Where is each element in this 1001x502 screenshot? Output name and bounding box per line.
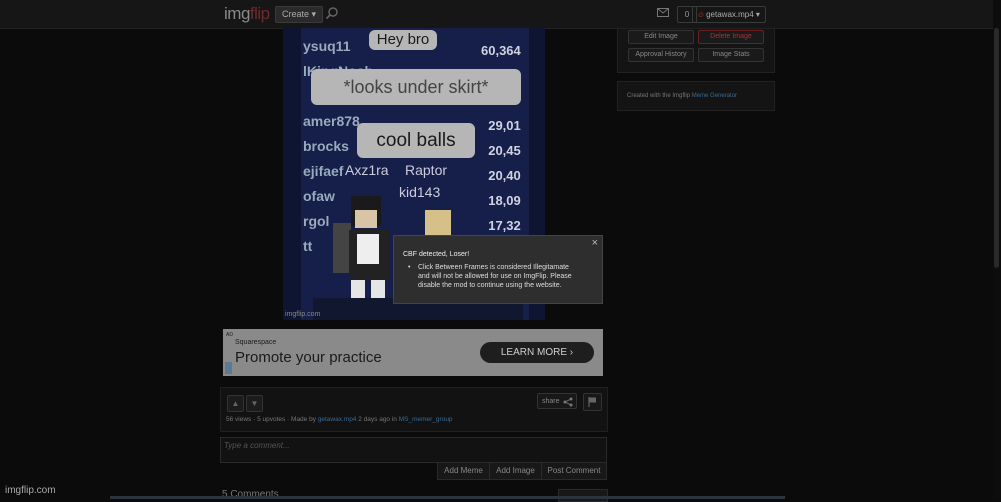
add-meme-button[interactable]: Add Meme: [437, 462, 490, 480]
cbf-warning-dialog: × CBF detected, Loser! • Click Between F…: [393, 235, 603, 304]
comment-input[interactable]: Type a comment...: [220, 437, 607, 463]
avatar-name-left: Axz1ra: [345, 162, 389, 178]
delete-image-button[interactable]: Delete Image: [698, 30, 764, 44]
leaderboard-score: 29,01: [488, 118, 521, 133]
close-icon[interactable]: ×: [592, 237, 598, 249]
dialog-bullet: • Click Between Frames is considered Ill…: [403, 263, 591, 290]
horizontal-scrollbar[interactable]: [110, 496, 785, 499]
meta-time: 2 days ago in: [356, 416, 399, 423]
stream-link[interactable]: MS_memer_group: [399, 416, 453, 423]
upvote-icon[interactable]: ▲: [227, 395, 244, 412]
ad-headline: Promote your practice: [235, 349, 382, 366]
speech-bubble: Hey bro: [369, 30, 437, 50]
share-icon: [563, 397, 573, 407]
username: getawax.mp4 ▾: [706, 10, 760, 19]
ad-badge: AD: [226, 332, 233, 338]
ad-brand: Squarespace: [235, 339, 277, 346]
meme-meta: 56 views · 5 upvotes · Made by getawax.m…: [226, 416, 453, 423]
author-link[interactable]: getawax.mp4: [318, 416, 357, 423]
image-stats-button[interactable]: Image Stats: [698, 48, 764, 62]
ad-choices-icon[interactable]: [225, 362, 232, 374]
downvote-icon[interactable]: ▼: [246, 395, 263, 412]
top-navbar: imgflip Create ▾ 0 🔥︎ getawax.mp4 ▾: [0, 0, 1001, 29]
avatar-name-right: Raptor: [405, 162, 448, 178]
create-button[interactable]: Create ▾: [275, 6, 324, 23]
share-button[interactable]: share: [537, 393, 577, 409]
flame-icon: 🔥︎: [698, 10, 707, 19]
leaderboard-score: 60,364: [481, 43, 521, 58]
approval-history-button[interactable]: Approval History: [628, 48, 694, 62]
chevron-right-icon: ›: [569, 347, 574, 358]
learn-more-button[interactable]: LEARN MORE ›: [480, 342, 594, 363]
add-image-button[interactable]: Add Image: [489, 462, 542, 480]
logo-suffix: flip: [249, 4, 270, 23]
search-icon[interactable]: [325, 6, 339, 20]
footer-watermark: imgflip.com: [5, 485, 56, 496]
leaderboard-score: 20,40: [488, 168, 521, 183]
bullet-icon: •: [408, 264, 411, 271]
image-watermark: imgflip.com: [285, 311, 321, 318]
scrollbar-thumb[interactable]: [994, 28, 999, 268]
learn-more-label: LEARN MORE: [500, 347, 567, 358]
created-with-text: Created with the Imgflip: [627, 93, 692, 99]
image-actions-panel: Edit Image Delete Image Approval History…: [617, 28, 775, 73]
logo-prefix: img: [224, 4, 250, 23]
comment-placeholder: Type a comment...: [224, 441, 290, 450]
flag-button[interactable]: [583, 393, 602, 411]
leaderboard-name: ysuq11: [303, 38, 351, 54]
speech-bubble: cool balls: [357, 123, 475, 158]
created-with-panel: Created with the Imgflip Meme Generator: [617, 81, 775, 111]
meta-stats: 56 views · 5 upvotes · Made by: [226, 416, 318, 423]
advertisement-banner[interactable]: AD Squarespace Promote your practice LEA…: [223, 329, 603, 376]
meme-generator-link[interactable]: Meme Generator: [692, 93, 737, 99]
leaderboard-score: 20,45: [488, 143, 521, 158]
speech-bubble: *looks under skirt*: [311, 69, 521, 105]
dialog-title: CBF detected, Loser!: [403, 251, 470, 258]
meme-action-bar: ▲ ▼ share 56 views · 5 upvotes · Made by…: [220, 387, 608, 432]
user-menu-button[interactable]: 🔥︎ getawax.mp4 ▾: [692, 6, 766, 23]
imgflip-logo[interactable]: imgflip: [224, 4, 270, 24]
post-comment-button[interactable]: Post Comment: [541, 462, 607, 480]
mail-icon[interactable]: [657, 8, 669, 17]
share-label: share: [542, 398, 560, 405]
flag-icon: [588, 397, 596, 407]
edit-image-button[interactable]: Edit Image: [628, 30, 694, 44]
dialog-message: Click Between Frames is considered Illeg…: [418, 264, 572, 289]
